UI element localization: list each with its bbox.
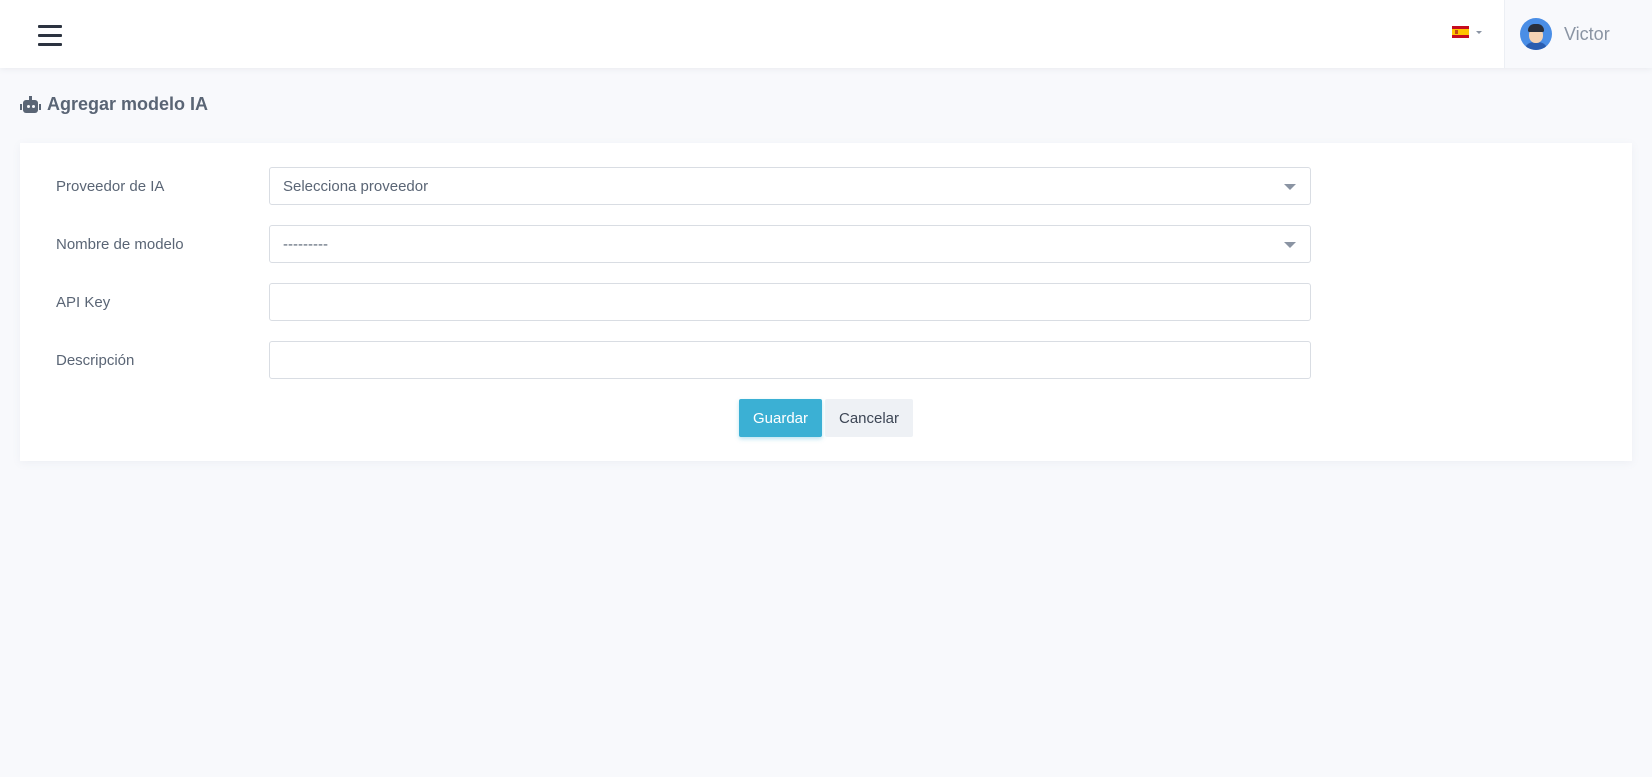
description-row: Descripción — [20, 341, 1632, 379]
api-key-row: API Key — [20, 283, 1632, 321]
description-label: Descripción — [56, 352, 135, 369]
provider-select[interactable]: Selecciona proveedor — [269, 167, 1311, 205]
chevron-down-icon — [1476, 30, 1482, 34]
model-row: Nombre de modelo --------- — [20, 225, 1632, 263]
language-selector[interactable] — [1452, 26, 1482, 38]
provider-select-value: Selecciona proveedor — [283, 177, 429, 195]
page-title: Agregar modelo IA — [20, 94, 208, 115]
chevron-down-icon — [1284, 242, 1296, 248]
save-button[interactable]: Guardar — [739, 399, 822, 437]
model-label: Nombre de modelo — [56, 236, 184, 253]
chevron-down-icon — [1284, 184, 1296, 190]
user-menu[interactable]: Victor — [1504, 0, 1652, 68]
provider-label: Proveedor de IA — [56, 178, 165, 195]
robot-icon — [20, 95, 41, 114]
cancel-button[interactable]: Cancelar — [825, 399, 913, 437]
top-navbar: Victor — [0, 0, 1652, 68]
avatar — [1520, 18, 1552, 50]
model-select-value: --------- — [283, 235, 328, 253]
hamburger-icon[interactable] — [38, 25, 62, 47]
page-title-text: Agregar modelo IA — [47, 94, 209, 114]
provider-row: Proveedor de IA Selecciona proveedor — [20, 167, 1632, 205]
model-select[interactable]: --------- — [269, 225, 1311, 263]
api-key-input[interactable] — [269, 283, 1311, 321]
spain-flag-icon — [1452, 26, 1469, 38]
api-key-label: API Key — [56, 294, 111, 311]
form-actions: Guardar Cancelar — [739, 399, 913, 437]
user-name: Victor — [1564, 23, 1610, 44]
form-card: Proveedor de IA Selecciona proveedor Nom… — [20, 143, 1632, 461]
description-input[interactable] — [269, 341, 1311, 379]
